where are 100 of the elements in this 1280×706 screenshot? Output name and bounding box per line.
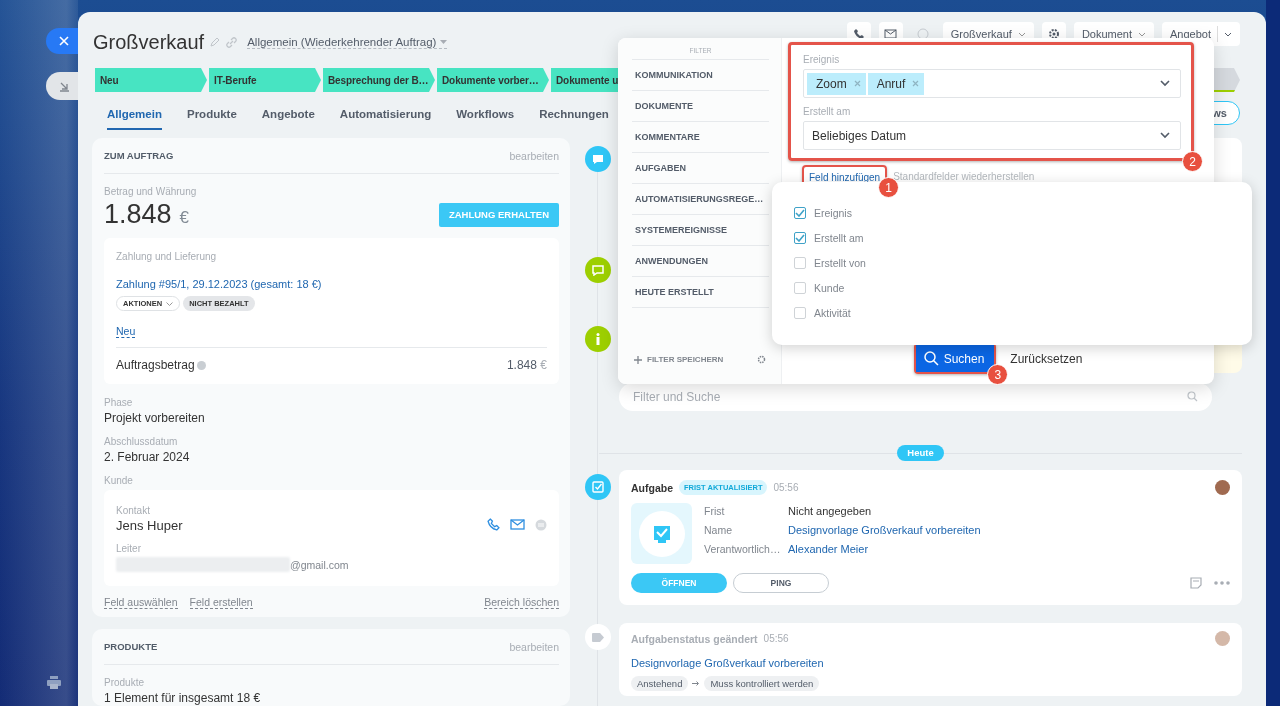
email-text[interactable]: @gmail.com: [290, 558, 349, 571]
field-option[interactable]: Erstellt am: [794, 230, 1252, 245]
filter-preset[interactable]: AUTOMATISIERUNGSREGE…: [632, 184, 769, 215]
help-icon[interactable]: [196, 360, 206, 370]
field-label: Kontakt: [116, 505, 151, 516]
status-pill: Muss kontrolliert werden: [704, 676, 820, 691]
filter-preset[interactable]: KOMMUNIKATION: [632, 60, 769, 91]
phone-icon[interactable]: [487, 518, 500, 531]
row-link[interactable]: Designvorlage Großverkauf vorbereiten: [788, 523, 981, 538]
filter-preset[interactable]: SYSTEMEREIGNISSE: [632, 215, 769, 246]
event-title: Aufgabenstatus geändert: [631, 632, 758, 645]
stage-step[interactable]: IT-Berufe: [209, 68, 321, 92]
search-button[interactable]: Suchen: [915, 345, 995, 372]
reset-button[interactable]: Zurücksetzen: [1010, 351, 1083, 366]
message-icon: [585, 257, 611, 283]
field-option[interactable]: Ereignis: [794, 205, 1252, 220]
chevron-icon: [166, 301, 174, 306]
category-selector[interactable]: Allgemein (Wiederkehrender Auftrag): [247, 35, 448, 49]
row-label: Frist: [704, 504, 726, 519]
collapse-icon: [58, 80, 70, 92]
chevron-icon: [1160, 80, 1170, 87]
tag-text: Anruf: [876, 76, 906, 91]
option-label: Erstellt am: [814, 231, 864, 244]
more-icon[interactable]: [1214, 581, 1230, 585]
filter-preset[interactable]: AUFGABEN: [632, 153, 769, 184]
option-label: Erstellt von: [814, 256, 866, 269]
tab[interactable]: Rechnungen: [539, 108, 609, 130]
clear-section-link[interactable]: Bereich löschen: [484, 596, 559, 609]
arrow-icon: [692, 681, 701, 686]
total-value: 1.848 €: [506, 358, 547, 372]
remove-icon[interactable]: [912, 80, 920, 87]
field-option[interactable]: Kunde: [794, 280, 1252, 295]
deal-title: Großverkauf: [93, 30, 205, 54]
search-icon: [923, 351, 939, 366]
task-button[interactable]: PING: [733, 573, 829, 593]
link-icon[interactable]: [226, 36, 238, 48]
field-value: 1 Element für insgesamt 18 €: [104, 691, 262, 705]
field-link[interactable]: Feld auswählen: [104, 596, 178, 609]
select-value: Beliebiges Datum: [811, 128, 907, 143]
filter-preset[interactable]: ANWENDUNGEN: [632, 246, 769, 277]
stage-step[interactable]: Dokumente vorber…: [437, 68, 549, 92]
caret-icon: [440, 39, 448, 44]
field-value: 2. Februar 2024: [104, 450, 191, 464]
save-filter-button[interactable]: FILTER SPEICHERN: [634, 355, 724, 364]
mail-icon[interactable]: [510, 519, 525, 530]
checkbox[interactable]: [794, 306, 806, 319]
currency-symbol: €: [179, 208, 190, 228]
field-label: Erstellt am: [803, 106, 852, 117]
new-payment-link[interactable]: Neu: [116, 325, 136, 338]
search-icon[interactable]: [1187, 391, 1198, 402]
remove-icon[interactable]: [853, 80, 861, 87]
field-label: Ereignis: [803, 54, 841, 65]
stage-step[interactable]: Neu: [95, 68, 207, 92]
pencil-icon[interactable]: [210, 37, 221, 47]
tab[interactable]: Automatisierung: [339, 108, 432, 130]
filter-preset[interactable]: KOMMENTARE: [632, 122, 769, 153]
collapse-button[interactable]: [46, 72, 78, 100]
row-link[interactable]: Alexander Meier: [788, 542, 981, 557]
tag-text: Zoom: [816, 76, 847, 91]
field-option[interactable]: Aktivität: [794, 305, 1252, 320]
field-link[interactable]: Feld erstellen: [189, 596, 253, 609]
print-icon[interactable]: [47, 676, 61, 689]
close-icon: [59, 36, 69, 46]
field-label: Abschlussdatum: [104, 436, 179, 447]
field-label: Auftragsbetrag: [116, 358, 195, 372]
note-icon[interactable]: [1190, 577, 1202, 589]
avatar-icon[interactable]: [1215, 631, 1230, 646]
card-title: ZUM AUFTRAG: [104, 150, 174, 161]
close-button[interactable]: [46, 28, 78, 54]
stage-step[interactable]: Besprechung der B…: [323, 68, 435, 92]
row-value: Nicht angegeben: [788, 504, 873, 519]
checkbox[interactable]: [794, 206, 806, 219]
search-field[interactable]: Filter und Suche: [619, 383, 1212, 411]
field-label: Leiter: [116, 543, 142, 554]
row-label: Name: [704, 523, 733, 538]
option-label: Ereignis: [814, 206, 852, 219]
event-select[interactable]: Zoom Anruf: [803, 69, 1181, 98]
tab[interactable]: Produkte: [186, 108, 237, 130]
tab[interactable]: Workflows: [456, 108, 515, 130]
chevron-icon: [1224, 31, 1232, 37]
tab[interactable]: Angebote: [261, 108, 315, 130]
task-image-icon: [631, 503, 692, 564]
field-option[interactable]: Erstellt von: [794, 255, 1252, 270]
time-text: 05:56: [773, 482, 799, 493]
contact-name[interactable]: Jens Huper: [116, 518, 183, 533]
filter-preset[interactable]: DOKUMENTE: [632, 91, 769, 122]
date-select[interactable]: Beliebiges Datum: [803, 121, 1181, 150]
checkbox[interactable]: [794, 256, 806, 269]
row-label: Verantwortlich…: [704, 542, 782, 557]
tab[interactable]: Allgemein: [107, 108, 162, 130]
payment-link[interactable]: Zahlung #95/1, 29.12.2023 (gesamt: 18 €): [116, 278, 322, 290]
filter-preset[interactable]: HEUTE ERSTELLT: [632, 277, 769, 308]
avatar-icon[interactable]: [1215, 480, 1230, 495]
settings-icon[interactable]: [757, 355, 766, 364]
field-label: Zahlung und Lieferung: [116, 251, 218, 262]
day-divider: Heute: [897, 445, 944, 461]
info-icon: [585, 326, 611, 352]
checkbox[interactable]: [794, 231, 806, 244]
checkbox[interactable]: [794, 281, 806, 294]
task-link[interactable]: Designvorlage Großverkauf vorbereiten: [631, 657, 824, 669]
